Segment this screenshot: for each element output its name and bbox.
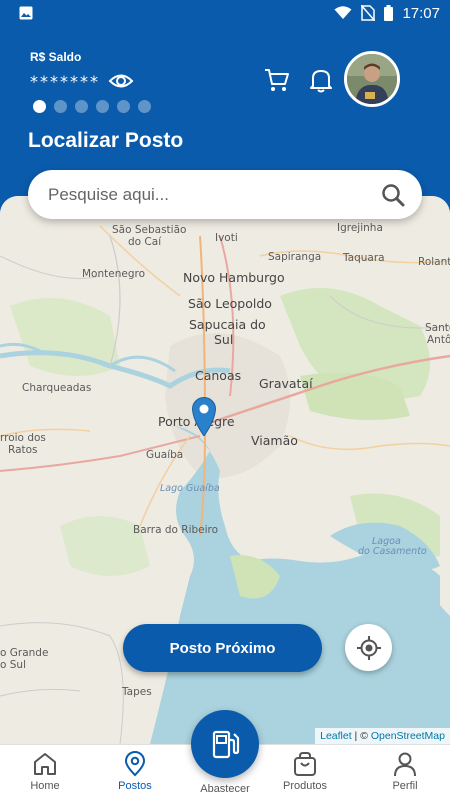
map-label: São Sebastião	[112, 224, 187, 236]
fuel-pump-icon	[212, 730, 240, 759]
map-label: rroio dos	[0, 432, 46, 444]
map-label: Igrejinha	[337, 222, 383, 234]
map-label: Santo	[425, 322, 450, 334]
nearest-station-button[interactable]: Posto Próximo	[123, 624, 322, 672]
nav-label: Perfil	[392, 780, 418, 792]
map-label: do Caí	[128, 236, 162, 248]
page-title: Localizar Posto	[28, 129, 184, 152]
map-label: Viamão	[251, 433, 298, 448]
map-label: o Grande	[0, 647, 49, 659]
bag-icon	[294, 752, 316, 776]
carousel-dot[interactable]	[33, 100, 46, 113]
balance-label: R$ Saldo	[30, 50, 82, 64]
balance-value: *******	[30, 72, 100, 91]
cart-icon[interactable]	[263, 66, 291, 94]
map-label: Taquara	[343, 252, 385, 264]
leaflet-link[interactable]: Leaflet	[320, 730, 352, 742]
carousel-dot[interactable]	[96, 100, 109, 113]
attribution-separator: | ©	[351, 730, 371, 742]
refuel-button[interactable]	[191, 710, 259, 778]
search-icon[interactable]	[380, 182, 406, 208]
map-label: do Casamento	[358, 546, 427, 557]
nav-item-produtos[interactable]: Produtos	[265, 751, 345, 792]
battery-icon	[384, 5, 394, 21]
map-pin-icon	[124, 751, 146, 777]
image-icon	[19, 6, 33, 20]
carousel-dot[interactable]	[117, 100, 130, 113]
nav-label: Home	[30, 780, 60, 792]
carousel-dot[interactable]	[54, 100, 67, 113]
map-label: Montenegro	[82, 268, 146, 280]
avatar[interactable]	[344, 51, 400, 107]
crosshair-icon	[356, 635, 381, 660]
map-label: Charqueadas	[22, 382, 92, 394]
map-label: Novo Hamburgo	[183, 270, 285, 285]
map-label: Rolante	[418, 256, 450, 268]
clock: 17:07	[402, 4, 440, 22]
carousel-dot[interactable]	[75, 100, 88, 113]
map-label: Barra do Ribeiro	[133, 524, 219, 536]
nav-item-postos[interactable]: Postos	[95, 751, 175, 792]
map-label: Gravataí	[259, 376, 313, 391]
map-label: Antô	[427, 334, 450, 346]
map-label: o Sul	[0, 659, 26, 671]
nav-label: Produtos	[282, 780, 328, 792]
eye-icon[interactable]	[108, 68, 134, 94]
home-icon	[34, 753, 56, 775]
map-attribution: Leaflet | © OpenStreetMap	[315, 728, 450, 744]
search-input[interactable]	[48, 184, 380, 205]
map-label: Guaíba	[146, 449, 184, 461]
osm-link[interactable]: OpenStreetMap	[371, 730, 445, 742]
map-label: Tapes	[122, 686, 152, 698]
carousel-dot[interactable]	[138, 100, 151, 113]
map-label: Sapiranga	[268, 251, 322, 263]
user-icon	[394, 752, 416, 777]
map-label: Sapucaia do	[189, 317, 266, 332]
map-label: Sul	[214, 332, 234, 347]
location-pin-icon[interactable]	[191, 396, 217, 437]
nav-item-perfil[interactable]: Perfil	[365, 751, 445, 792]
nav-label-abastecer: Abastecer	[200, 783, 250, 795]
map-label: Ivoti	[215, 232, 238, 244]
no-sim-icon	[361, 5, 376, 21]
map-label: Canoas	[195, 368, 242, 383]
nav-label: Postos	[118, 780, 152, 792]
status-bar: 17:07	[0, 0, 450, 26]
my-location-button[interactable]	[345, 624, 392, 671]
wifi-icon	[334, 6, 352, 20]
nav-item-home[interactable]: Home	[5, 751, 85, 792]
map-label: São Leopoldo	[188, 296, 272, 311]
carousel-dots	[33, 100, 151, 113]
map-label: Lago Guaíba	[160, 483, 220, 494]
bell-icon[interactable]	[308, 66, 334, 94]
map-label: Ratos	[8, 444, 38, 456]
search-bar	[28, 170, 422, 219]
